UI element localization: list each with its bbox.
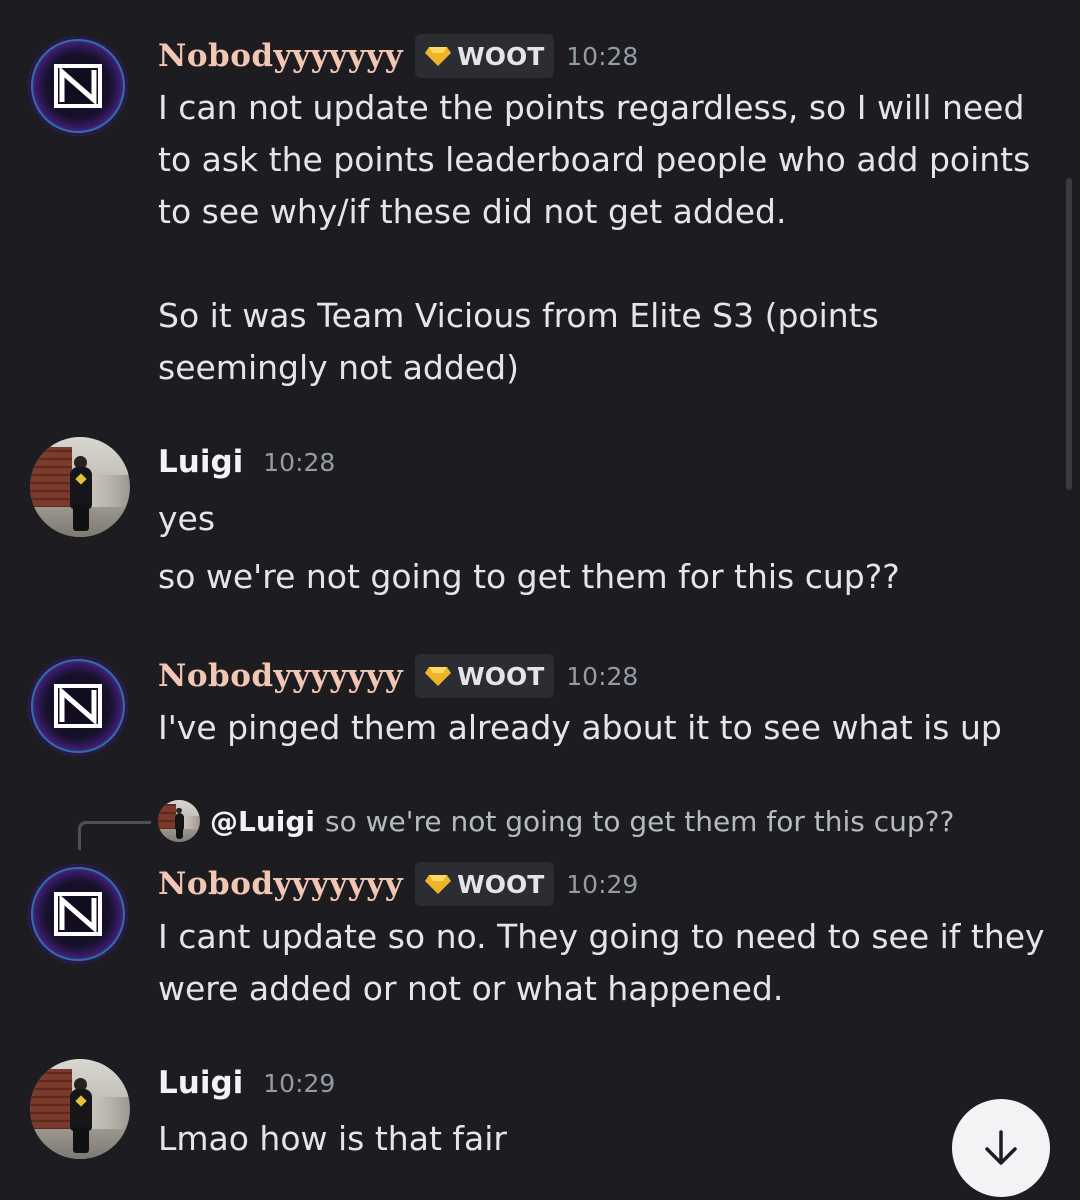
username[interactable]: Luigi [158, 1065, 243, 1101]
message-line: So it was Team Vicious from Elite S3 (po… [158, 296, 879, 335]
jump-to-bottom-button[interactable] [952, 1099, 1050, 1197]
avatar[interactable] [30, 437, 130, 537]
timestamp: 10:28 [566, 41, 639, 71]
avatar[interactable] [28, 36, 128, 136]
reply-connector [78, 821, 151, 850]
username[interactable]: Luigi [158, 444, 243, 480]
message-header: Nobodyyyyyyy WOOT 10:28 [158, 654, 638, 698]
avatar[interactable] [28, 864, 128, 964]
reply-mention[interactable]: @Luigi [210, 805, 315, 838]
message-header: Nobodyyyyyyy WOOT 10:29 [158, 862, 638, 906]
message-text: I cant update so no. They going to need … [158, 911, 1058, 1015]
message-text: so we're not going to get them for this … [158, 557, 900, 596]
scrollbar[interactable] [1066, 178, 1072, 490]
message-header: Luigi 10:29 [158, 1065, 335, 1101]
timestamp: 10:28 [566, 661, 639, 691]
reply-snippet[interactable]: so we're not going to get them for this … [325, 805, 954, 838]
server-tag[interactable]: WOOT [415, 654, 555, 698]
diamond-gem-icon [425, 667, 452, 686]
message-text: I can not update the points regardless, … [158, 82, 1058, 394]
message-text: yes [158, 499, 216, 538]
arrow-down-icon [985, 1130, 1017, 1165]
reply-preview[interactable]: @Luigi so we're not going to get them fo… [158, 800, 954, 842]
server-tag[interactable]: WOOT [415, 34, 555, 78]
message-line: to see why/if these did not get added. [158, 192, 787, 231]
tag-label: WOOT [457, 869, 545, 899]
message-line: to ask the points leaderboard people who… [158, 140, 1031, 179]
avatar[interactable] [28, 656, 128, 756]
message-text: I've pinged them already about it to see… [158, 708, 1002, 747]
nobody-logo-icon [31, 39, 125, 133]
message-line: seemingly not added) [158, 348, 519, 387]
username[interactable]: Nobodyyyyyyy [158, 866, 403, 902]
timestamp: 10:28 [263, 447, 336, 477]
diamond-gem-icon [425, 875, 452, 894]
message-text: Lmao how is that fair [158, 1119, 507, 1158]
server-tag[interactable]: WOOT [415, 862, 555, 906]
reply-avatar [158, 800, 200, 842]
message-header: Nobodyyyyyyy WOOT 10:28 [158, 34, 638, 78]
tag-label: WOOT [457, 41, 545, 71]
timestamp: 10:29 [566, 869, 639, 899]
nobody-logo-icon [31, 867, 125, 961]
nobody-logo-icon [31, 659, 125, 753]
message-line: I cant update so no. They going to need … [158, 917, 1045, 956]
message-line: I can not update the points regardless, … [158, 88, 1025, 127]
message-header: Luigi 10:28 [158, 444, 335, 480]
timestamp: 10:29 [263, 1068, 336, 1098]
message-line: were added or not or what happened. [158, 969, 784, 1008]
tag-label: WOOT [457, 661, 545, 691]
diamond-gem-icon [425, 47, 452, 66]
username[interactable]: Nobodyyyyyyy [158, 658, 403, 694]
username[interactable]: Nobodyyyyyyy [158, 38, 403, 74]
avatar[interactable] [30, 1059, 130, 1159]
